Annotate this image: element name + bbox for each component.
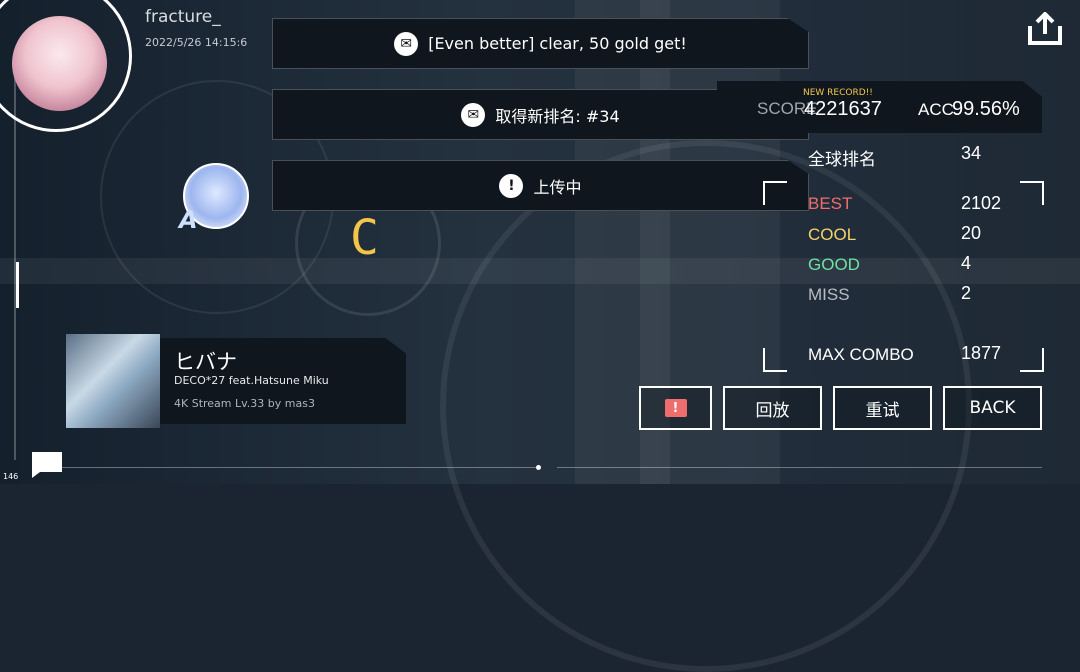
mail-icon: ✉: [394, 31, 419, 56]
username: fracture_: [145, 7, 221, 27]
datetime: 2022/5/26 14:15:6: [145, 36, 248, 49]
max-combo-label: MAX COMBO: [808, 345, 914, 364]
avatar[interactable]: [12, 16, 107, 111]
notification-text: 取得新排名: #34: [495, 106, 620, 126]
replay-button[interactable]: 回放: [723, 386, 822, 430]
rank-letter-badge: A: [179, 206, 198, 234]
back-button[interactable]: BACK: [943, 386, 1042, 430]
stat-value-miss: 2: [961, 283, 972, 303]
footer-line: [60, 467, 540, 468]
report-button[interactable]: !: [639, 386, 712, 430]
notification-text: 上传中: [533, 177, 582, 197]
stat-label-global-rank: 全球排名: [808, 150, 876, 169]
stat-label-good: GOOD: [808, 255, 860, 274]
score-value: 4221637: [804, 98, 882, 120]
new-record-label: NEW RECORD!!: [803, 88, 873, 98]
grade: C: [350, 210, 379, 266]
song-difficulty: 4K Stream Lv.33 by mas3: [174, 397, 315, 410]
chat-icon[interactable]: [30, 450, 64, 478]
stat-label-best: BEST: [808, 194, 853, 213]
mail-icon: ✉: [461, 102, 486, 127]
max-combo-value: 1877: [961, 343, 1002, 363]
bracket-corner: [1020, 348, 1044, 372]
acc-value: 99.56%: [952, 98, 1020, 120]
share-icon[interactable]: [1027, 11, 1063, 46]
stat-label-miss: MISS: [808, 285, 850, 304]
retry-button[interactable]: 重试: [833, 386, 932, 430]
report-icon: !: [664, 399, 687, 417]
song-title: ヒバナ: [174, 350, 237, 374]
left-marker: [16, 262, 19, 308]
stat-value-good: 4: [961, 253, 972, 273]
counter-text: 146: [3, 472, 19, 481]
notification-uploading: ! 上传中: [272, 160, 809, 211]
stat-label-cool: COOL: [808, 225, 857, 244]
alert-icon: !: [499, 173, 524, 198]
stat-value-best: 2102: [961, 193, 1002, 213]
stat-value-cool: 20: [961, 223, 982, 243]
bracket-corner: [1020, 181, 1044, 205]
stat-value-global-rank: 34: [961, 143, 982, 163]
song-artist: DECO*27 feat.Hatsune Miku: [174, 374, 329, 387]
footer-line: [557, 467, 1042, 468]
bracket-corner: [763, 181, 787, 205]
song-cover: [66, 334, 160, 428]
page-dot: [536, 465, 541, 470]
notification-gold: ✉ [Even better] clear, 50 gold get!: [272, 18, 809, 69]
bracket-corner: [763, 348, 787, 372]
notification-text: [Even better] clear, 50 gold get!: [428, 34, 687, 53]
